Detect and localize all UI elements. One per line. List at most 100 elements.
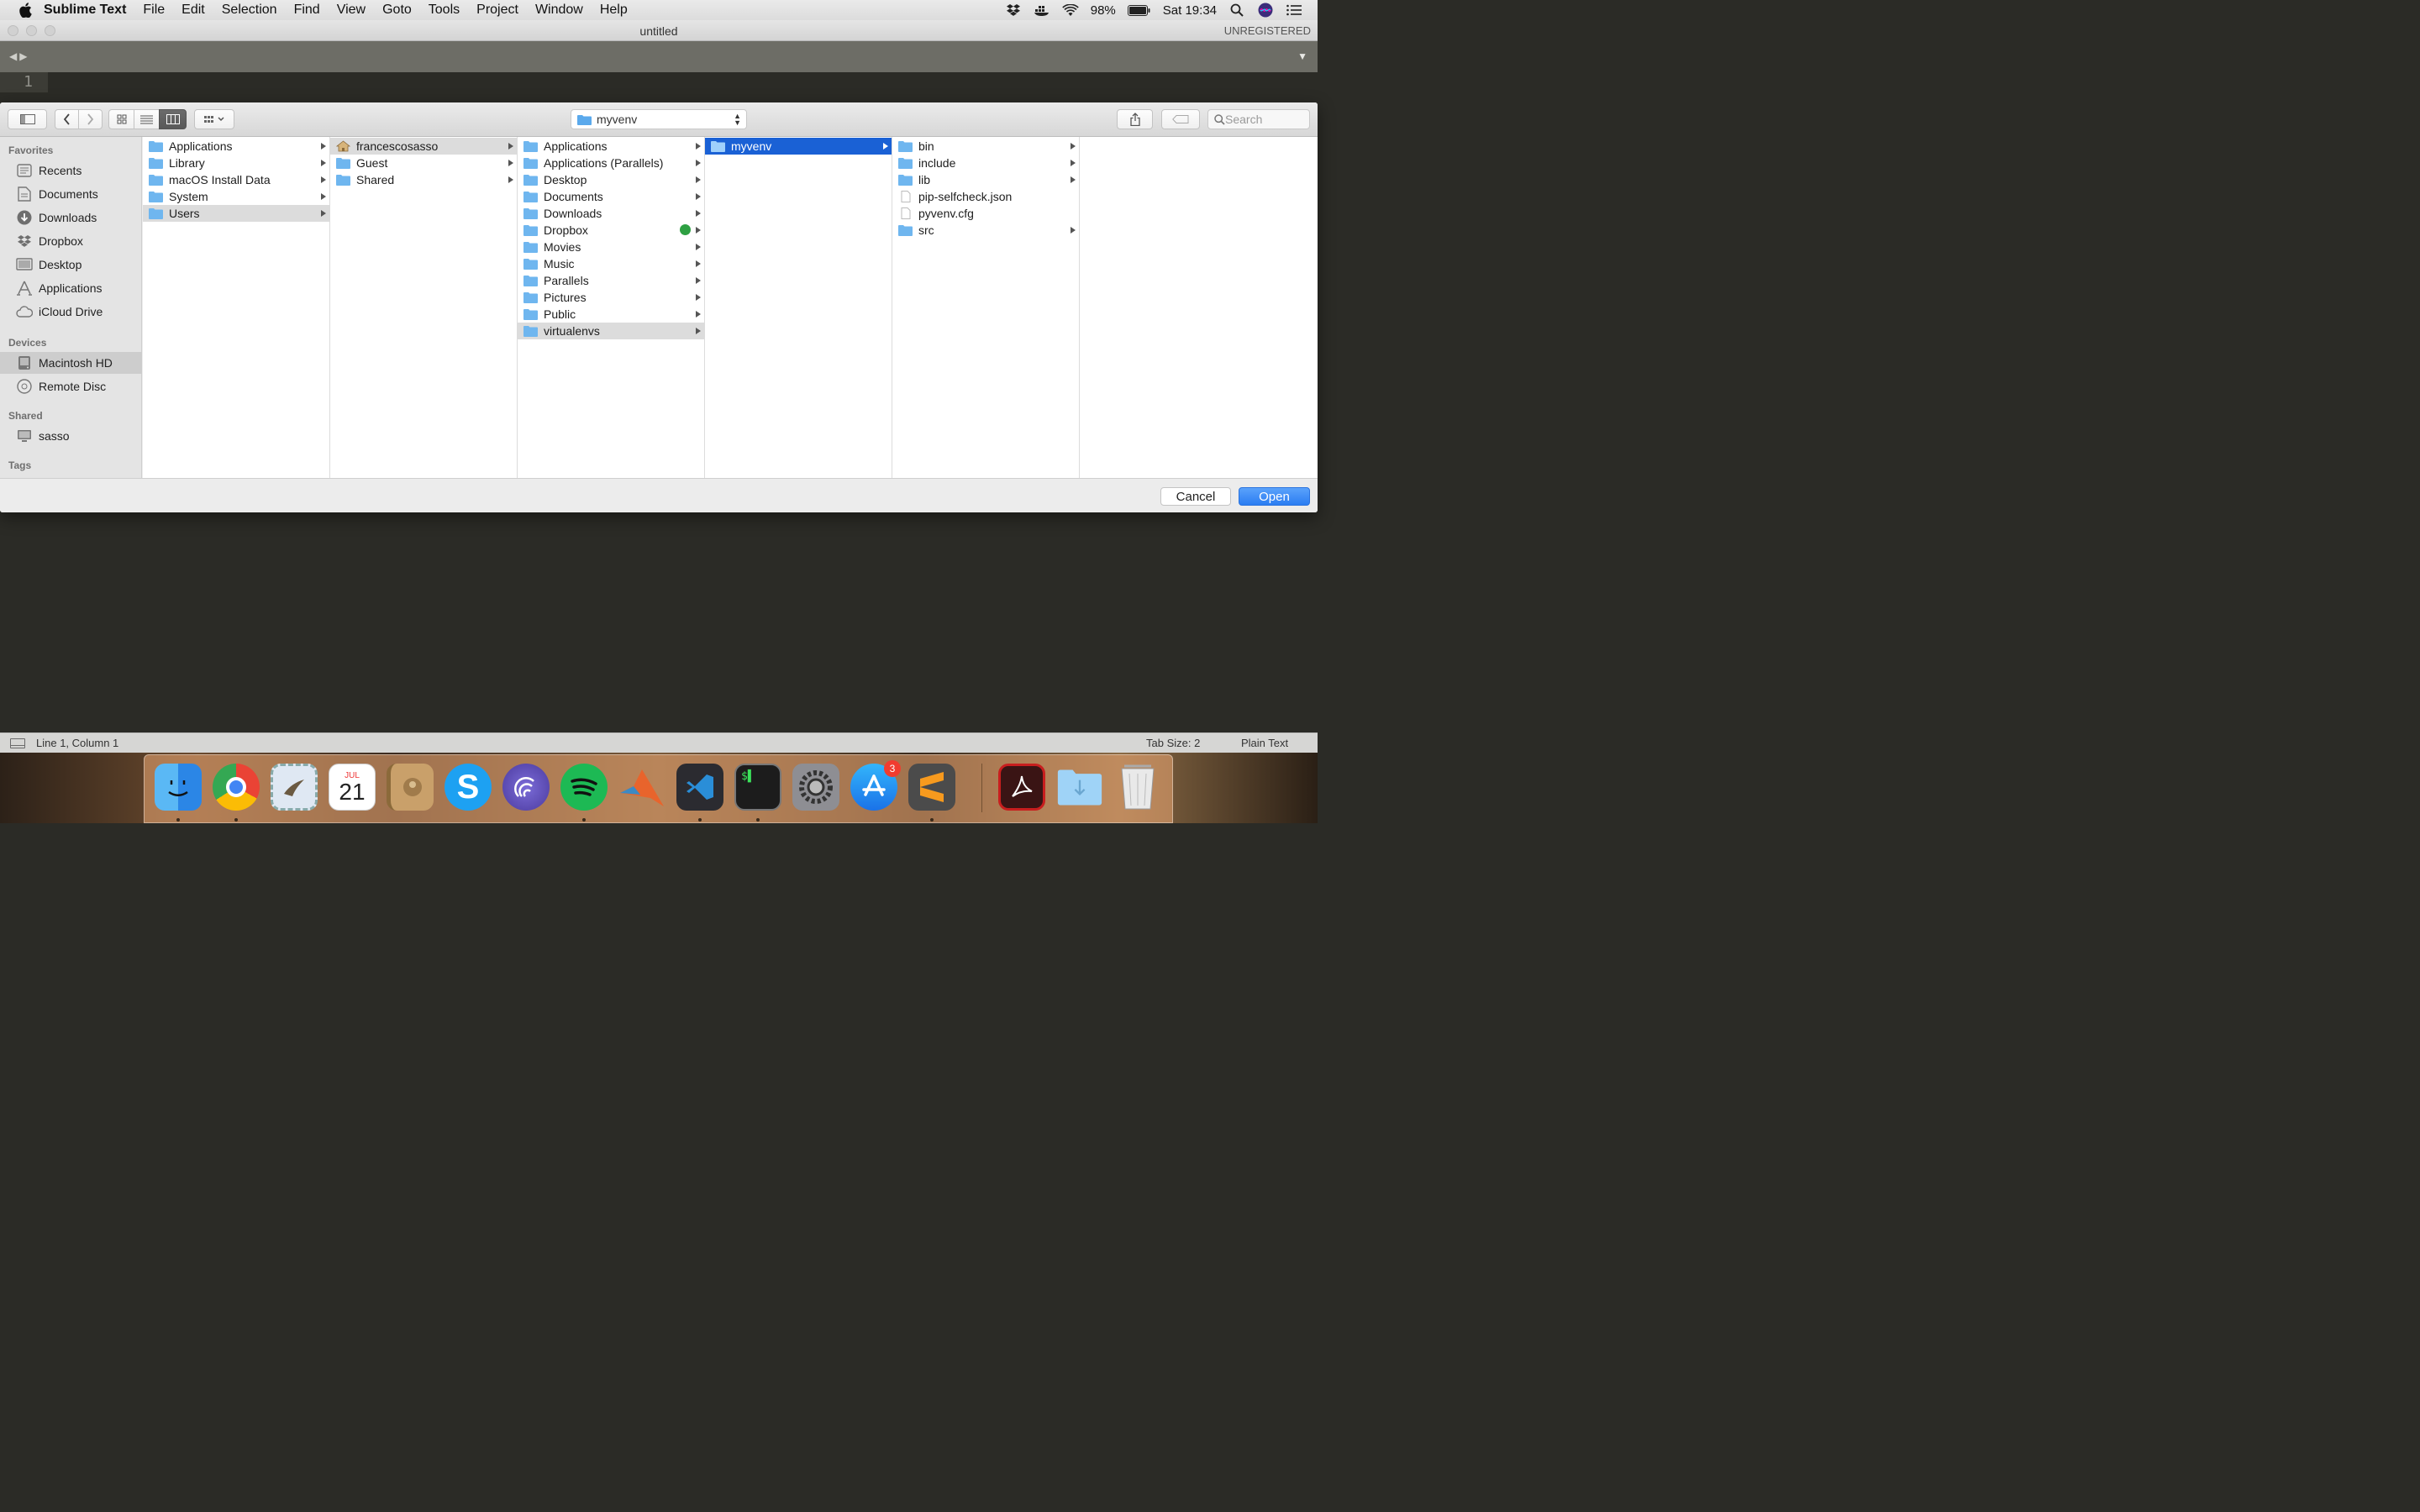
sidebar-item-macintosh-hd[interactable]: Macintosh HD (0, 352, 142, 374)
list-item[interactable]: Applications (518, 138, 704, 155)
tab-size-selector[interactable]: Tab Size: 2 (1146, 737, 1200, 749)
system-preferences-gear-icon[interactable] (792, 764, 839, 811)
list-item[interactable]: pyvenv.cfg (892, 205, 1079, 222)
menu-goto[interactable]: Goto (382, 3, 412, 18)
cancel-button[interactable]: Cancel (1160, 487, 1231, 506)
spotlight-search-icon[interactable] (1228, 3, 1245, 17)
sidebar-item-documents[interactable]: Documents (0, 183, 142, 205)
sidebar-item-remote-disc[interactable]: Remote Disc (0, 375, 142, 397)
list-item[interactable]: bin (892, 138, 1079, 155)
toggle-sidebar-button[interactable] (8, 109, 47, 129)
menu-view[interactable]: View (337, 3, 366, 18)
battery-percent: 98% (1090, 3, 1116, 18)
search-field[interactable]: Search (1207, 109, 1310, 129)
back-button[interactable] (55, 109, 79, 129)
apple-icon[interactable] (18, 3, 32, 18)
trash-icon[interactable] (1114, 764, 1161, 811)
tab-menu-chevron-down-icon[interactable]: ▼ (1297, 50, 1307, 62)
list-item[interactable]: pip-selfcheck.json (892, 188, 1079, 205)
item-label: Applications (544, 139, 608, 153)
list-item[interactable]: Documents (518, 188, 704, 205)
downloads-folder-icon[interactable] (1056, 764, 1103, 811)
matlab-icon[interactable] (618, 764, 666, 811)
list-item[interactable]: include (892, 155, 1079, 171)
list-item[interactable]: macOS Install Data (143, 171, 329, 188)
list-view-button[interactable] (134, 109, 160, 129)
spotify-icon[interactable] (560, 764, 608, 811)
list-item[interactable]: Guest (330, 155, 517, 171)
list-item[interactable]: myvenv (705, 138, 892, 155)
sidebar-item-desktop[interactable]: Desktop (0, 254, 142, 276)
list-item[interactable]: francescosasso (330, 138, 517, 155)
torrent-icon[interactable] (502, 764, 550, 811)
disclosure-arrow-icon (1071, 160, 1076, 166)
menu-edit[interactable]: Edit (182, 3, 205, 18)
list-item[interactable]: Library (143, 155, 329, 171)
tags-button[interactable] (1161, 109, 1200, 129)
siri-icon[interactable] (1257, 3, 1274, 18)
dock: JUL 21 S $▌ 3 (144, 754, 1173, 823)
clock[interactable]: Sat 19:34 (1163, 3, 1217, 18)
list-item[interactable]: lib (892, 171, 1079, 188)
desktop-icon (16, 256, 33, 273)
panel-toggle-icon[interactable] (10, 738, 25, 748)
list-item[interactable]: Desktop (518, 171, 704, 188)
sidebar-item-label: Remote Disc (39, 380, 107, 393)
finder-icon[interactable] (155, 764, 202, 811)
line-number: 1 (0, 72, 48, 92)
menu-help[interactable]: Help (600, 3, 628, 18)
acrobat-icon[interactable] (998, 764, 1045, 811)
menu-selection[interactable]: Selection (222, 3, 277, 18)
menu-window[interactable]: Window (535, 3, 583, 18)
docker-icon[interactable] (1034, 3, 1050, 17)
syntax-selector[interactable]: Plain Text (1241, 737, 1288, 749)
list-item[interactable]: Users (143, 205, 329, 222)
terminal-icon[interactable]: $▌ (734, 764, 781, 811)
list-item[interactable]: Music (518, 255, 704, 272)
sublime-text-icon[interactable] (908, 764, 955, 811)
list-item[interactable]: Applications (143, 138, 329, 155)
open-button[interactable]: Open (1239, 487, 1310, 506)
contacts-icon[interactable] (387, 764, 434, 811)
menu-tools[interactable]: Tools (429, 3, 460, 18)
menu-file[interactable]: File (143, 3, 165, 18)
tab-scroll-arrows-icon[interactable]: ◀▶ (9, 50, 29, 62)
sidebar-item-applications[interactable]: Applications (0, 277, 142, 299)
path-popup-menu[interactable]: myvenv ▲ ▼ (571, 109, 747, 129)
list-item[interactable]: Parallels (518, 272, 704, 289)
app-name-menu[interactable]: Sublime Text (44, 3, 126, 18)
calendar-icon[interactable]: JUL 21 (329, 764, 376, 811)
list-item[interactable]: Public (518, 306, 704, 323)
applications-icon (16, 280, 33, 297)
sidebar-item-downloads[interactable]: Downloads (0, 207, 142, 228)
wifi-icon[interactable] (1062, 3, 1079, 17)
app-store-icon[interactable]: 3 (850, 760, 901, 811)
list-item[interactable]: Movies (518, 239, 704, 255)
forward-button[interactable] (78, 109, 103, 129)
list-item[interactable]: virtualenvs (518, 323, 704, 339)
notification-center-icon[interactable] (1286, 3, 1302, 17)
battery-icon[interactable] (1128, 3, 1151, 17)
dropbox-menu-icon[interactable] (1005, 3, 1022, 17)
list-item[interactable]: src (892, 222, 1079, 239)
share-button[interactable] (1117, 109, 1153, 129)
list-item[interactable]: Dropbox (518, 222, 704, 239)
menu-project[interactable]: Project (476, 3, 518, 18)
skype-icon[interactable]: S (445, 764, 492, 811)
list-item[interactable]: System (143, 188, 329, 205)
group-by-button[interactable] (194, 109, 234, 129)
sidebar-item-recents[interactable]: Recents (0, 160, 142, 181)
icon-view-button[interactable] (108, 109, 134, 129)
column-view-button[interactable] (159, 109, 187, 129)
sidebar-item-sasso[interactable]: sasso (0, 425, 142, 447)
sidebar-item-dropbox[interactable]: Dropbox (0, 230, 142, 252)
vscode-icon[interactable] (676, 764, 723, 811)
list-item[interactable]: Applications (Parallels) (518, 155, 704, 171)
chrome-icon[interactable] (213, 764, 260, 811)
mail-icon[interactable] (271, 764, 318, 811)
list-item[interactable]: Downloads (518, 205, 704, 222)
list-item[interactable]: Pictures (518, 289, 704, 306)
list-item[interactable]: Shared (330, 171, 517, 188)
menu-find[interactable]: Find (294, 3, 320, 18)
sidebar-item-icloud-drive[interactable]: iCloud Drive (0, 301, 142, 323)
